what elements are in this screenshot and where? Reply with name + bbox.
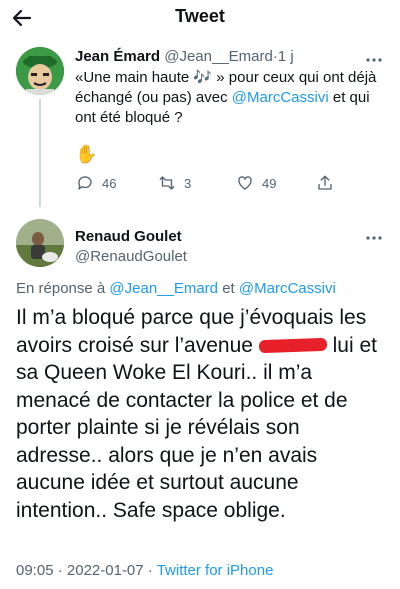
share-icon	[318, 175, 332, 190]
retweet-icon	[159, 176, 175, 190]
handle[interactable]: @RenaudGoulet	[75, 248, 187, 265]
tweet-text: «Une main haute 🎶 » pour ceux qui ont dé…	[75, 68, 387, 128]
tweet-date: 2022-01-07	[66, 562, 144, 579]
tweet-source-link[interactable]: Twitter for iPhone	[157, 562, 274, 579]
page-title: Tweet	[175, 6, 225, 26]
display-name[interactable]: Jean Émard	[75, 48, 160, 65]
separator: ·	[147, 562, 153, 579]
tweet-text-part: «Une main haute	[75, 69, 194, 86]
reply-icon	[78, 176, 92, 190]
mention-link[interactable]: @MarcCassivi	[232, 89, 329, 106]
tweet-text-part: lui et sa Queen Woke El Kouri.. il m’a m…	[16, 333, 377, 522]
avatar[interactable]	[16, 219, 64, 267]
heart-icon	[238, 176, 252, 190]
reply-button[interactable]: 46	[76, 174, 116, 192]
more-options-icon[interactable]	[362, 226, 386, 250]
thread-line	[39, 99, 41, 207]
replying-to: En réponse à @Jean__Emard et @MarcCassiv…	[16, 280, 336, 297]
tweet-body: Il m’a bloqué parce que j’évoquais les a…	[16, 304, 386, 524]
handle[interactable]: @Jean__Emard	[164, 48, 273, 65]
mention-link[interactable]: @Jean__Emard	[109, 280, 218, 297]
header: Tweet	[0, 0, 400, 40]
display-name[interactable]: Renaud Goulet	[75, 228, 182, 245]
retweet-button[interactable]: 3	[158, 174, 191, 192]
mention-link[interactable]: @MarcCassivi	[239, 280, 336, 297]
reply-count: 46	[102, 175, 117, 191]
share-button[interactable]	[316, 174, 334, 192]
music-notes-emoji: 🎶	[193, 69, 213, 86]
avatar-image	[16, 47, 64, 95]
parent-tweet-header: Jean Émard @Jean__Emard·1 j	[75, 48, 294, 65]
redaction-mark	[258, 338, 327, 354]
like-button[interactable]: 49	[236, 174, 276, 192]
reply-and: et	[218, 280, 239, 297]
raised-hand-emoji: ✋	[75, 144, 98, 164]
reply-prefix: En réponse à	[16, 280, 110, 297]
tweet-metadata: 09:05 · 2022-01-07 · Twitter for iPhone	[16, 562, 273, 579]
separator: ·	[57, 562, 63, 579]
tweet-time: 09:05	[16, 562, 54, 579]
like-count: 49	[262, 175, 277, 191]
avatar-image	[16, 219, 64, 267]
retweet-count: 3	[184, 175, 192, 191]
tweet-time[interactable]: 1 j	[278, 48, 294, 65]
avatar[interactable]	[16, 47, 64, 95]
